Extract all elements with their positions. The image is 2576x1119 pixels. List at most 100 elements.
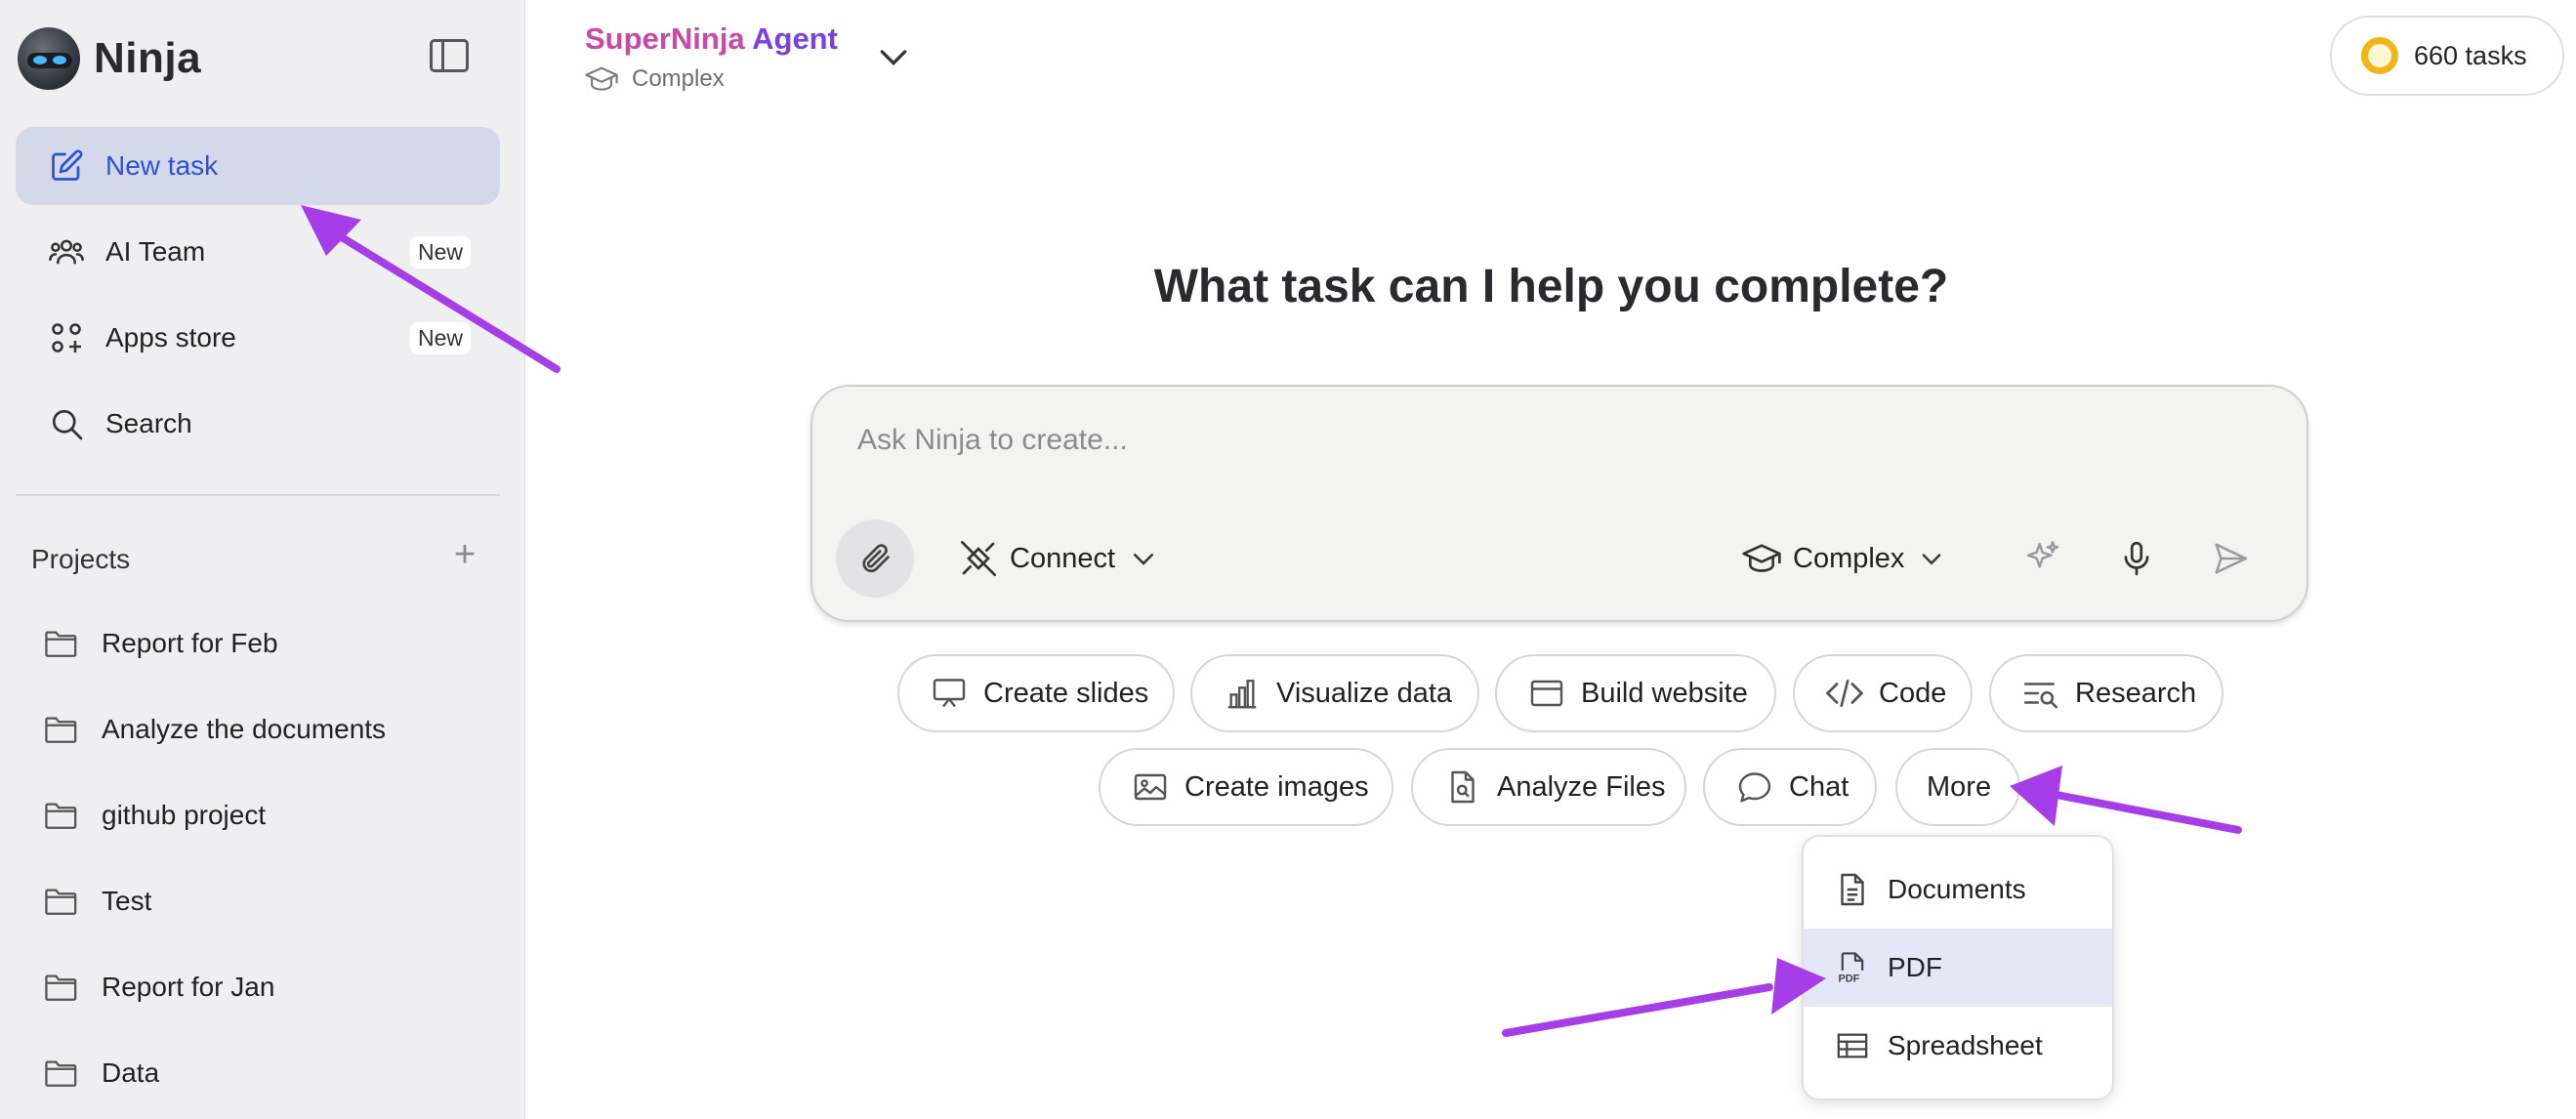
pdf-icon: PDF bbox=[1835, 950, 1870, 985]
nav-label: New task bbox=[105, 150, 219, 181]
new-badge: New bbox=[409, 322, 471, 354]
mode-selector-button[interactable]: Complex bbox=[1742, 533, 1945, 584]
folder-icon bbox=[45, 973, 78, 1002]
agent-mode: Complex bbox=[585, 64, 725, 94]
page-title: What task can I help you complete? bbox=[1153, 261, 1949, 312]
project-label: github project bbox=[102, 800, 267, 830]
code-button[interactable]: Code bbox=[1793, 654, 1973, 732]
research-button[interactable]: Research bbox=[1989, 654, 2223, 732]
create-slides-button[interactable]: Create slides bbox=[897, 654, 1175, 732]
agent-mode-label: Complex bbox=[632, 65, 725, 92]
new-badge: New bbox=[409, 236, 471, 269]
agent-selector-title[interactable]: SuperNinja Agent bbox=[585, 21, 838, 57]
more-dropdown-menu: Documents PDF PDF Spreadsheet bbox=[1802, 835, 2114, 1100]
chip-label: Analyze Files bbox=[1497, 770, 1666, 803]
menu-item-documents[interactable]: Documents bbox=[1804, 850, 2112, 929]
plug-icon bbox=[959, 539, 998, 578]
prompt-input[interactable] bbox=[857, 416, 2224, 465]
document-icon bbox=[1835, 872, 1870, 907]
chevron-down-icon bbox=[1129, 544, 1158, 573]
graduation-cap-icon bbox=[1742, 542, 1781, 575]
chip-label: Code bbox=[1879, 677, 1947, 709]
project-item[interactable]: github project bbox=[45, 786, 266, 845]
project-label: Data bbox=[102, 1057, 160, 1088]
research-icon bbox=[2022, 675, 2059, 712]
project-label: Test bbox=[102, 886, 152, 916]
nav-label: Apps store bbox=[105, 322, 236, 352]
nav-apps-store[interactable]: Apps store New bbox=[16, 299, 500, 377]
chip-label: Build website bbox=[1581, 677, 1748, 709]
bar-chart-icon bbox=[1224, 675, 1261, 712]
logo[interactable]: Ninja bbox=[18, 27, 201, 90]
tasks-count: 660 tasks bbox=[2414, 40, 2527, 70]
svg-text:PDF: PDF bbox=[1838, 974, 1859, 985]
presentation-icon bbox=[931, 675, 968, 712]
project-item[interactable]: Report for Feb bbox=[45, 614, 278, 673]
agent-title-part2: Agent bbox=[744, 21, 838, 56]
menu-item-label: Documents bbox=[1888, 874, 2026, 904]
nav-new-task[interactable]: New task bbox=[16, 127, 500, 205]
file-search-icon bbox=[1444, 768, 1481, 806]
prompt-composer: Connect Complex bbox=[810, 385, 2308, 622]
chip-label: Create slides bbox=[983, 677, 1149, 709]
mode-label: Complex bbox=[1793, 542, 1905, 574]
folder-icon bbox=[45, 801, 78, 830]
paperclip-icon bbox=[857, 541, 893, 576]
folder-icon bbox=[45, 1058, 78, 1088]
project-label: Report for Jan bbox=[102, 972, 275, 1002]
ninja-logo-icon bbox=[18, 27, 80, 90]
graduation-cap-icon bbox=[585, 64, 618, 94]
folder-icon bbox=[45, 629, 78, 658]
chip-label: Create images bbox=[1184, 770, 1369, 803]
create-images-button[interactable]: Create images bbox=[1099, 748, 1393, 826]
folder-icon bbox=[45, 887, 78, 916]
analyze-files-button[interactable]: Analyze Files bbox=[1411, 748, 1686, 826]
agent-title-part1: SuperNinja bbox=[585, 21, 745, 56]
spreadsheet-icon bbox=[1835, 1028, 1870, 1063]
sparkle-icon[interactable] bbox=[2019, 535, 2066, 582]
nav-search[interactable]: Search bbox=[16, 385, 500, 463]
microphone-icon[interactable] bbox=[2113, 535, 2160, 582]
browser-window-icon bbox=[1528, 675, 1565, 712]
visualize-data-button[interactable]: Visualize data bbox=[1190, 654, 1479, 732]
main-area: SuperNinja Agent Complex 660 tasks What … bbox=[526, 0, 2576, 1119]
chip-label: More bbox=[1927, 770, 1992, 803]
project-label: Report for Feb bbox=[102, 628, 278, 658]
folder-icon bbox=[45, 715, 78, 744]
nav-label: AI Team bbox=[105, 236, 206, 267]
sidebar-divider bbox=[16, 494, 500, 496]
chip-label: Visualize data bbox=[1276, 677, 1453, 709]
menu-item-spreadsheet[interactable]: Spreadsheet bbox=[1804, 1007, 2112, 1085]
project-item[interactable]: Analyze the documents bbox=[45, 700, 386, 759]
chevron-down-icon[interactable] bbox=[874, 37, 913, 76]
project-label: Analyze the documents bbox=[102, 714, 387, 744]
code-icon bbox=[1826, 675, 1863, 712]
menu-item-pdf[interactable]: PDF PDF bbox=[1804, 929, 2112, 1007]
project-item[interactable]: Test bbox=[45, 872, 151, 931]
project-item[interactable]: Data bbox=[45, 1044, 159, 1102]
tasks-counter-button[interactable]: 660 tasks bbox=[2330, 16, 2564, 96]
connect-button[interactable]: Connect bbox=[959, 533, 1158, 584]
more-button[interactable]: More bbox=[1895, 748, 2020, 826]
chat-button[interactable]: Chat bbox=[1703, 748, 1877, 826]
menu-item-label: PDF bbox=[1888, 952, 1942, 982]
attach-button[interactable] bbox=[836, 519, 914, 598]
team-icon bbox=[47, 232, 86, 271]
project-item[interactable]: Report for Jan bbox=[45, 958, 274, 1016]
projects-title: Projects bbox=[31, 544, 131, 574]
add-project-button[interactable]: + bbox=[449, 535, 480, 574]
menu-item-label: Spreadsheet bbox=[1888, 1030, 2043, 1060]
send-icon[interactable] bbox=[2207, 535, 2254, 582]
logo-text: Ninja bbox=[94, 34, 202, 82]
image-icon bbox=[1132, 768, 1169, 806]
toggle-sidebar-icon[interactable] bbox=[430, 39, 469, 72]
nav-ai-team[interactable]: AI Team New bbox=[16, 213, 500, 291]
chevron-down-icon bbox=[1918, 545, 1945, 572]
edit-icon bbox=[47, 146, 86, 186]
chat-bubble-icon bbox=[1736, 768, 1773, 806]
search-icon bbox=[47, 404, 86, 443]
sidebar: Ninja New task AI Team New Apps store Ne… bbox=[0, 0, 525, 1119]
chip-label: Chat bbox=[1789, 770, 1849, 803]
coin-icon bbox=[2361, 37, 2398, 74]
build-website-button[interactable]: Build website bbox=[1495, 654, 1776, 732]
